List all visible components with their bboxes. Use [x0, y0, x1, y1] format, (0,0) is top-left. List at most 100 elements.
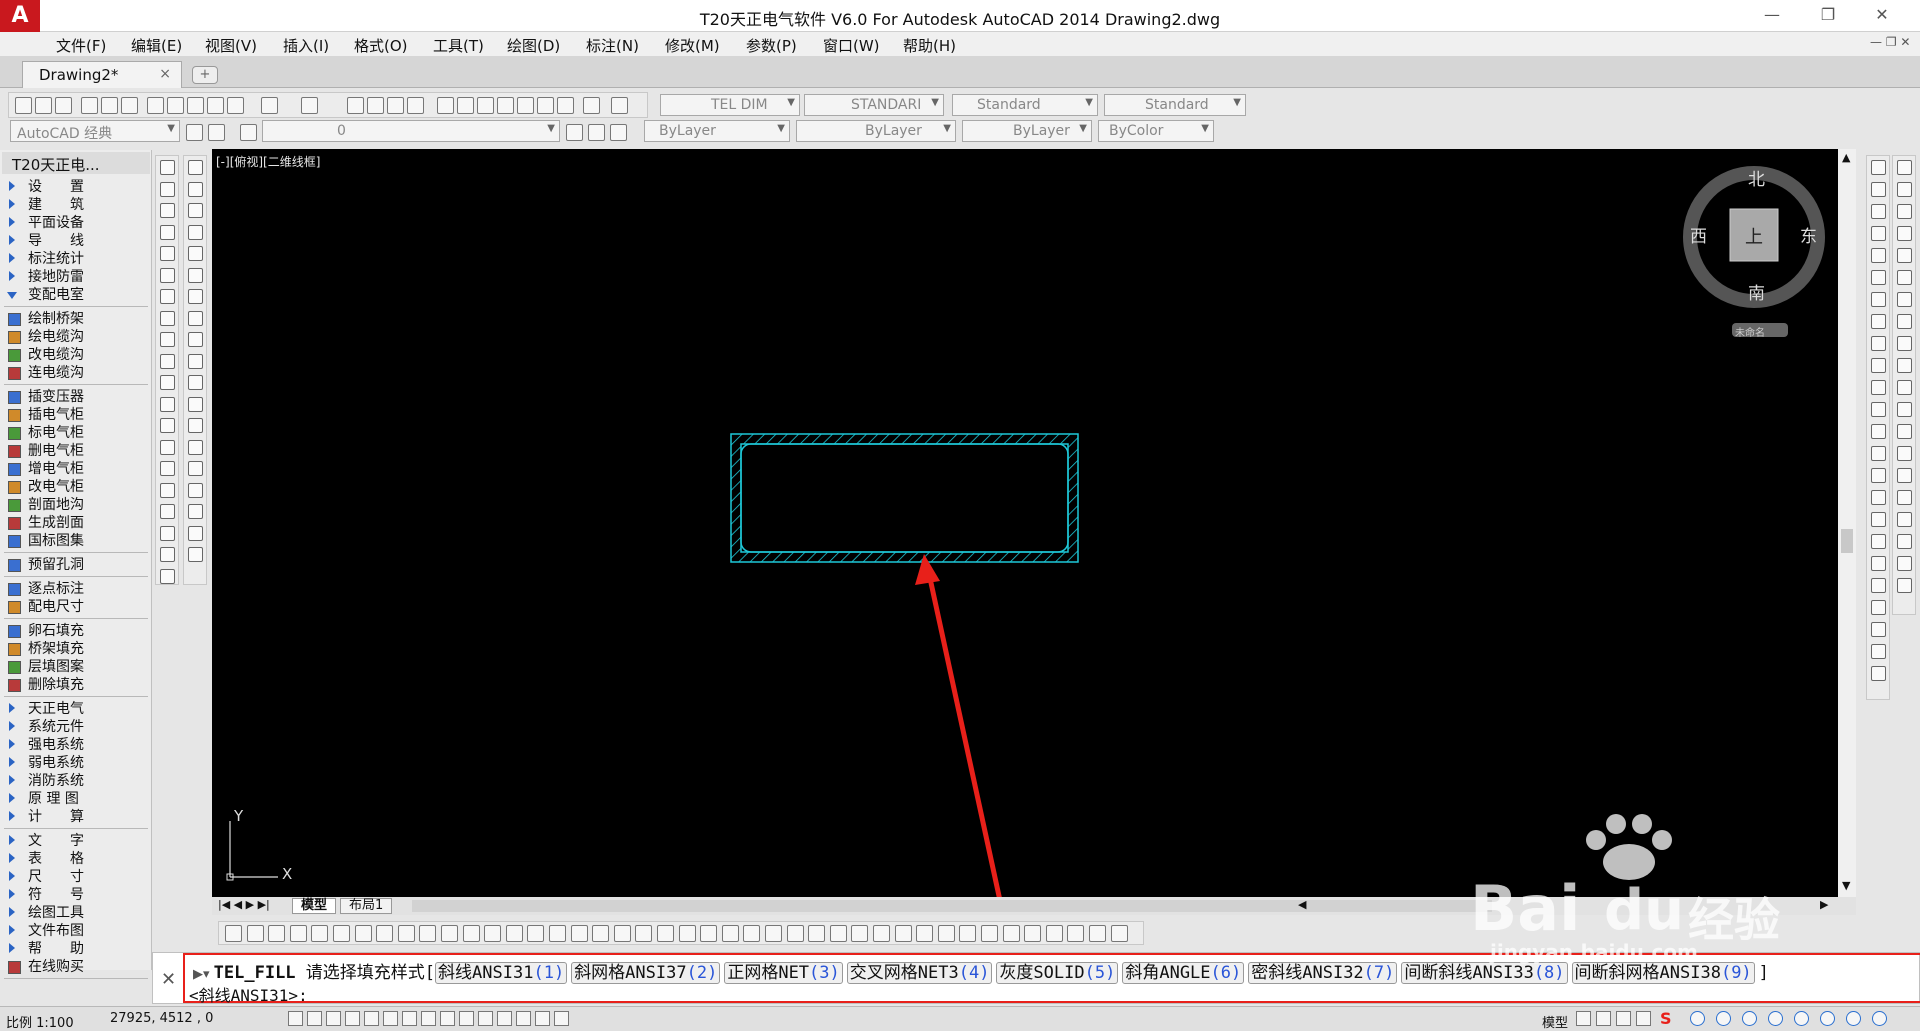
tool-icon[interactable] — [188, 439, 203, 455]
layer-properties-icon[interactable] — [240, 124, 257, 141]
tool-icon[interactable] — [1871, 446, 1886, 461]
tool-icon[interactable] — [1871, 666, 1886, 681]
tool-icon[interactable] — [1871, 160, 1886, 175]
panel-item[interactable]: 删除填充 — [0, 676, 150, 694]
mleader-style-select[interactable]: Standard ▼ — [1104, 94, 1246, 116]
panel-item[interactable]: 标电气柜 — [0, 424, 150, 442]
panel-item[interactable]: 层填图案 — [0, 658, 150, 676]
open-icon[interactable] — [35, 97, 52, 114]
quickcalc-icon[interactable] — [537, 97, 554, 114]
panel-item[interactable]: 帮 助 — [0, 940, 150, 958]
scroll-down-icon[interactable]: ▼ — [1842, 879, 1850, 892]
tool-icon[interactable] — [188, 203, 203, 218]
panel-item[interactable]: 弱电系统 — [0, 754, 150, 772]
tool-icon[interactable] — [188, 482, 203, 498]
horizontal-scrollbar[interactable] — [412, 900, 1492, 912]
tab-layout1[interactable]: 布局1 — [340, 898, 393, 914]
tab-nav-icons[interactable]: |◀ ◀ ▶ ▶| — [218, 898, 270, 911]
tool-icon[interactable] — [188, 353, 203, 369]
tool-icon[interactable] — [1871, 226, 1886, 241]
panel-item[interactable]: 符 号 — [0, 886, 150, 904]
tray-icon[interactable] — [1768, 1011, 1783, 1026]
tianzheng-tool-icon[interactable] — [1045, 925, 1063, 942]
command-input[interactable]: <斜线ANSI31>: — [189, 982, 308, 1006]
panel-item[interactable]: 连电缆沟 — [0, 364, 150, 382]
scroll-right-icon[interactable]: ▶ — [1820, 898, 1828, 911]
tool-icon[interactable] — [1871, 622, 1886, 637]
panel-item[interactable]: 建 筑 — [0, 196, 150, 214]
tool-icon[interactable] — [188, 504, 203, 519]
panel-item[interactable]: 配电尺寸 — [0, 598, 150, 616]
tool-icon[interactable] — [160, 246, 175, 261]
tool-icon[interactable] — [160, 418, 175, 433]
command-option[interactable]: 斜角ANGLE(6) — [1122, 962, 1245, 984]
command-option[interactable]: 斜线ANSI31(1) — [435, 962, 568, 984]
tool-icon[interactable] — [188, 461, 203, 476]
panel-item[interactable]: 变配电室 — [0, 286, 150, 304]
tool-icon[interactable] — [160, 224, 175, 240]
tool-icon[interactable] — [1871, 380, 1886, 395]
tianzheng-tool-icon[interactable] — [786, 925, 804, 942]
menu-tools[interactable]: 工具(T) — [433, 35, 484, 56]
vertical-scrollbar[interactable]: ▲ ▼ — [1838, 149, 1856, 897]
match-prop-icon[interactable] — [207, 97, 224, 114]
tool-icon[interactable] — [1897, 578, 1912, 593]
tool-icon[interactable] — [1871, 556, 1886, 571]
menu-window[interactable]: 窗口(W) — [823, 35, 880, 56]
tool-icon[interactable] — [1871, 358, 1886, 373]
zoom-realtime-icon[interactable] — [367, 97, 384, 114]
minimize-icon[interactable]: — — [1752, 3, 1792, 27]
tianzheng-tool-icon[interactable] — [851, 925, 869, 942]
panel-item[interactable]: 绘电缆沟 — [0, 328, 150, 346]
tool-icon[interactable] — [1871, 600, 1886, 615]
tianzheng-tool-icon[interactable] — [549, 925, 566, 942]
publish-icon[interactable] — [121, 97, 138, 114]
menu-help[interactable]: 帮助(H) — [903, 35, 956, 56]
tianzheng-tool-icon[interactable] — [225, 925, 242, 942]
tool-icon[interactable] — [188, 332, 203, 347]
tool-icon[interactable] — [1897, 512, 1912, 527]
command-option[interactable]: 灰度SOLID(5) — [996, 962, 1119, 984]
tianzheng-tool-icon[interactable] — [592, 925, 610, 942]
panel-item[interactable]: 桥架填充 — [0, 640, 150, 658]
status-toggle-icon[interactable] — [383, 1011, 398, 1026]
status-toggle-icon[interactable] — [364, 1011, 379, 1026]
status-toggle-icon[interactable] — [440, 1011, 455, 1026]
tool-icon[interactable] — [160, 396, 175, 412]
tool-icon[interactable] — [160, 568, 175, 584]
panel-item[interactable]: 尺 寸 — [0, 868, 150, 886]
tianzheng-tool-icon[interactable] — [311, 925, 329, 942]
tab-close-icon[interactable]: × — [159, 66, 171, 82]
tianzheng-tool-icon[interactable] — [678, 925, 696, 942]
designcenter-icon[interactable] — [457, 97, 474, 114]
plot-icon[interactable] — [81, 97, 98, 114]
panel-item[interactable]: 平面设备 — [0, 214, 150, 232]
tool-icon[interactable] — [160, 504, 175, 519]
command-close-icon[interactable]: ✕ — [161, 969, 176, 990]
redo-icon[interactable] — [301, 97, 318, 114]
tianzheng-tool-icon[interactable] — [894, 925, 912, 942]
viewcube-south[interactable]: 南 — [1748, 279, 1765, 304]
tool-icon[interactable] — [1871, 534, 1886, 549]
panel-item[interactable]: 改电缆沟 — [0, 346, 150, 364]
tool-icon[interactable] — [1871, 490, 1886, 505]
panel-item[interactable]: 标注统计 — [0, 250, 150, 268]
tool-icon[interactable] — [1871, 204, 1886, 219]
tool-icon[interactable] — [160, 203, 175, 218]
tool-icon[interactable] — [1897, 204, 1912, 219]
tianzheng-tool-icon[interactable] — [937, 925, 955, 942]
tool-icon[interactable] — [188, 310, 203, 326]
tool-icon[interactable] — [188, 289, 203, 304]
tool-icon[interactable] — [1871, 270, 1886, 285]
markup-icon[interactable] — [517, 97, 534, 114]
panel-item[interactable]: 剖面地沟 — [0, 496, 150, 514]
tray-icon[interactable] — [1742, 1011, 1757, 1026]
pan-icon[interactable] — [347, 97, 364, 114]
tool-icon[interactable] — [188, 224, 203, 240]
panel-item[interactable]: 导 线 — [0, 232, 150, 250]
workspace-select[interactable]: AutoCAD 经典 ▼ — [10, 120, 180, 142]
tool-icon[interactable] — [1897, 556, 1912, 571]
status-toggle-icon[interactable] — [535, 1011, 550, 1026]
tool-icon[interactable] — [1897, 490, 1912, 505]
menu-insert[interactable]: 插入(I) — [283, 35, 329, 56]
